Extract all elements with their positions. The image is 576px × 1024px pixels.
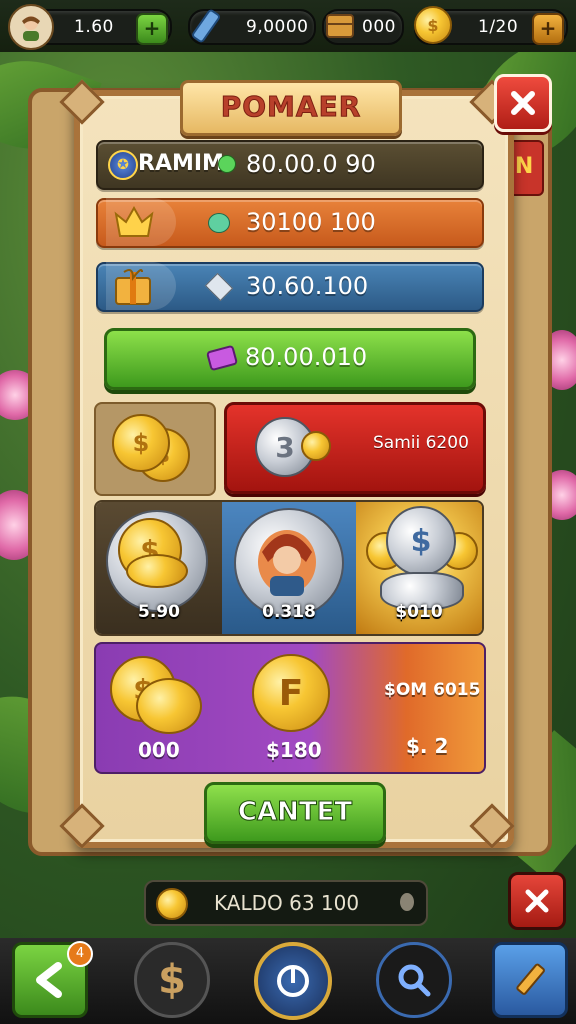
pack-tile-3[interactable]: $ $010: [356, 502, 482, 634]
gold-coin-icon: F: [252, 654, 330, 732]
nav-shop-button[interactable]: $: [134, 942, 210, 1018]
balance-bar: KALDO 63 100: [144, 880, 428, 926]
resource-value-2: 9,0000: [246, 17, 309, 37]
avatar-icon[interactable]: [8, 4, 54, 50]
currency-row-1[interactable]: ✪ RAMIM 80.00.0 90: [96, 140, 484, 190]
coin-stack-icon: $: [112, 414, 170, 472]
panel-title-plate: POMAER: [180, 80, 402, 136]
pack-tile-1[interactable]: $ 5.90: [96, 502, 222, 634]
close-secondary-button[interactable]: [508, 872, 566, 930]
bundle-amount-1: 000: [138, 738, 180, 762]
magnifier-icon: [398, 964, 431, 997]
row1-label: RAMIM: [138, 151, 224, 176]
tag-icon: [206, 345, 238, 371]
diamond-icon: [204, 272, 234, 302]
coin-stack-icon: [156, 888, 188, 920]
resource-value-3: 000: [362, 17, 396, 37]
nav-home-button[interactable]: [254, 942, 332, 1020]
back-arrow-icon: [36, 962, 62, 998]
resource-value-1: 1.60: [74, 17, 114, 37]
pack-tile-2[interactable]: 0.318: [222, 502, 356, 634]
coin-offer-tile[interactable]: $ $: [94, 402, 216, 496]
gem-icon: [208, 213, 230, 233]
bundle-offer[interactable]: $ 000 F $180 $OM 6015 $. 2: [94, 642, 486, 774]
plus-icon[interactable]: +: [532, 13, 564, 45]
offer-label: Samii 6200: [373, 433, 469, 453]
coin-stack-icon: [126, 554, 188, 588]
plus-icon[interactable]: +: [136, 13, 168, 45]
confirm-label: CANTET: [237, 797, 353, 828]
buy-row-button[interactable]: 80.00.010: [104, 328, 476, 390]
coin-stack-icon: [136, 678, 202, 734]
crown-icon: [114, 205, 154, 237]
tile2-label: 0.318: [262, 602, 316, 622]
gold-coin-icon: $: [414, 6, 452, 44]
confirm-button[interactable]: CANTET: [204, 782, 386, 844]
info-icon[interactable]: [400, 893, 414, 911]
hero-portrait-icon: [258, 530, 316, 596]
crate-icon: [322, 8, 358, 44]
badge-icon: ✪: [108, 150, 138, 180]
close-icon: [525, 889, 549, 913]
pack-tiles: $ 5.90 0.318 $ $010: [94, 500, 484, 636]
bundle-amount-2: $180: [266, 738, 322, 762]
currency-row-3[interactable]: 30.60.100: [96, 262, 484, 312]
gift-icon: [115, 269, 151, 305]
dollar-icon: $: [158, 957, 186, 1003]
row2-value: 30100 100: [246, 208, 376, 236]
tile1-label: 5.90: [138, 602, 180, 622]
gold-coin-icon: [301, 431, 331, 461]
panel-title: POMAER: [220, 90, 362, 124]
balance-text: KALDO 63 100: [214, 891, 360, 915]
tile3-label: $010: [395, 602, 443, 622]
row3-value: 30.60.100: [246, 272, 369, 300]
row4-value: 80.00.010: [245, 343, 368, 371]
row1-value: 80.00.0 90: [246, 150, 376, 178]
bundle-side-value: $. 2: [406, 734, 449, 758]
nav-edit-button[interactable]: [492, 942, 568, 1018]
nav-back-button[interactable]: 4: [12, 941, 93, 1018]
resource-value-4: 1/20: [478, 17, 519, 37]
close-icon: [511, 91, 535, 115]
silver-offer-button[interactable]: 3 Samii 6200: [224, 402, 486, 494]
crystal-icon: [186, 6, 226, 46]
silver-coin-icon: $: [386, 506, 456, 576]
nav-search-button[interactable]: [376, 942, 452, 1018]
target-icon: [277, 965, 309, 997]
currency-row-2[interactable]: 30100 100: [96, 198, 484, 248]
gem-icon: [218, 155, 236, 173]
nav-badge: 4: [67, 941, 93, 967]
bundle-side-title: $OM 6015: [384, 680, 481, 700]
pencil-icon: [516, 963, 545, 995]
close-button[interactable]: [494, 74, 552, 132]
